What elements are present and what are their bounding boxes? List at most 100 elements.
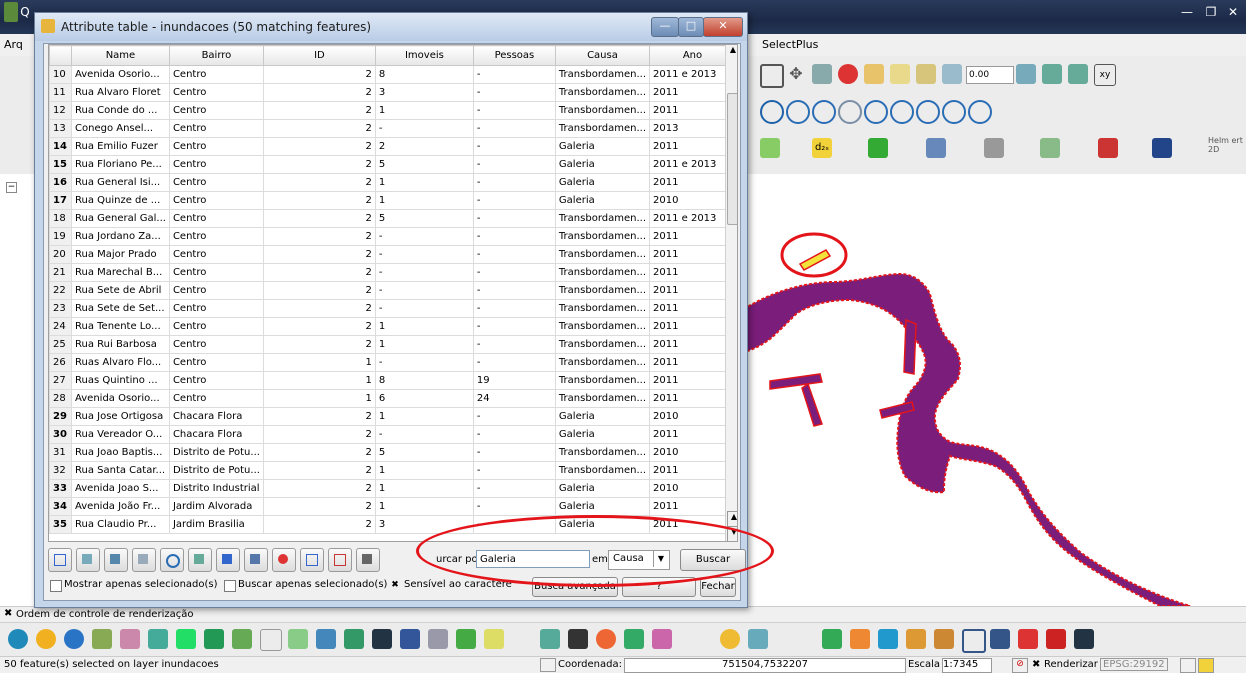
- table-row[interactable]: 30 Rua Vereador O... Chacara Flora 2- - Galer…: [49, 425, 736, 444]
- cell-imoveis[interactable]: 1: [374, 461, 474, 480]
- cell-causa[interactable]: Galeria: [554, 479, 651, 498]
- cell-causa[interactable]: Transbordamen...: [554, 389, 651, 408]
- attribute-dialog-titlebar[interactable]: Attribute table - inundacoes (50 matchin…: [35, 13, 747, 41]
- cell-ano[interactable]: 2011: [649, 281, 736, 300]
- cell-id[interactable]: 2: [262, 227, 376, 246]
- tool-icon-27[interactable]: [850, 629, 870, 649]
- cell-bairro[interactable]: Distrito de Potu...: [168, 443, 264, 462]
- cell-bairro[interactable]: Centro: [168, 335, 264, 354]
- cell-name[interactable]: Rua Sete de Set...: [71, 299, 170, 318]
- cell-imoveis[interactable]: -: [374, 245, 474, 264]
- tool-icon-23[interactable]: [652, 629, 672, 649]
- scroll-up-icon-bottom[interactable]: ▲: [727, 511, 737, 527]
- cell-name[interactable]: Rua Sete de Abril: [71, 281, 170, 300]
- cell-name[interactable]: Rua Joao Baptis...: [71, 443, 170, 462]
- cell-imoveis[interactable]: -: [374, 353, 474, 372]
- cell-ano[interactable]: 2010: [649, 479, 736, 498]
- table-row[interactable]: 27 Ruas Quintino ... Centro 1 8 19 Transbordam…: [49, 371, 736, 390]
- cell-pessoas[interactable]: -: [472, 281, 556, 300]
- row-number[interactable]: 11: [49, 83, 72, 102]
- cell-imoveis[interactable]: 1: [374, 335, 474, 354]
- row-number[interactable]: 19: [49, 227, 72, 246]
- cell-bairro[interactable]: Centro: [168, 65, 264, 84]
- scroll-up-icon[interactable]: ▲: [727, 45, 737, 59]
- copy-rows-button[interactable]: [132, 548, 156, 572]
- cell-name[interactable]: Rua Vereador O...: [71, 425, 170, 444]
- cell-ano[interactable]: 2011: [649, 425, 736, 444]
- tool-icon-26[interactable]: [822, 629, 842, 649]
- cell-id[interactable]: 2: [262, 101, 376, 120]
- cell-imoveis[interactable]: -: [374, 299, 474, 318]
- globe-icon[interactable]: [8, 629, 28, 649]
- column-header[interactable]: ID: [262, 45, 376, 66]
- table-row[interactable]: 21 Rua Marechal B... Centro 2- - Transbordame…: [49, 263, 736, 282]
- cell-name[interactable]: Avenida João Fr...: [71, 497, 170, 516]
- corner-header[interactable]: [49, 45, 72, 66]
- cell-bairro[interactable]: Centro: [168, 227, 264, 246]
- tool-icon-18[interactable]: [484, 629, 504, 649]
- cell-pessoas[interactable]: -: [472, 443, 556, 462]
- row-number[interactable]: 27: [49, 371, 72, 390]
- row-number[interactable]: 17: [49, 191, 72, 210]
- crs-globe-icon[interactable]: [1180, 658, 1196, 673]
- row-number[interactable]: 26: [49, 353, 72, 372]
- cell-pessoas[interactable]: -: [472, 299, 556, 318]
- cell-name[interactable]: Rua Rui Barbosa: [71, 335, 170, 354]
- new-column-button[interactable]: [300, 548, 324, 572]
- table-row[interactable]: 23 Rua Sete de Set... Centro 2- - Transbordam…: [49, 299, 736, 318]
- column-header[interactable]: Bairro: [168, 45, 264, 66]
- cell-imoveis[interactable]: 8: [374, 65, 474, 84]
- cell-ano[interactable]: 2010: [649, 191, 736, 210]
- tool-icon-35[interactable]: [1074, 629, 1094, 649]
- cell-imoveis[interactable]: 1: [374, 191, 474, 210]
- cell-causa[interactable]: Transbordamen...: [554, 227, 651, 246]
- cell-name[interactable]: Rua Claudio Pr...: [71, 515, 170, 534]
- cell-id[interactable]: 2: [262, 335, 376, 354]
- cell-ano[interactable]: 2011: [649, 137, 736, 156]
- cut-icon[interactable]: [864, 64, 884, 84]
- plugin-grid-icon[interactable]: [984, 138, 1004, 158]
- tool-icon-11[interactable]: [288, 629, 308, 649]
- cell-name[interactable]: Rua Jose Ortigosa: [71, 407, 170, 426]
- cell-name[interactable]: Rua Floriano Pe...: [71, 155, 170, 174]
- cell-causa[interactable]: Transbordamen...: [554, 443, 651, 462]
- cell-id[interactable]: 2: [262, 83, 376, 102]
- select-feature-icon[interactable]: [760, 64, 784, 88]
- table-row[interactable]: 12 Rua Conde do ... Centro 2 1- Transbordamen…: [49, 101, 736, 120]
- table-row[interactable]: 22 Rua Sete de Abril Centro 2- - Transbordame…: [49, 281, 736, 300]
- cell-imoveis[interactable]: 1: [374, 497, 474, 516]
- tool-icon-21[interactable]: [596, 629, 616, 649]
- row-number[interactable]: 30: [49, 425, 72, 444]
- cell-causa[interactable]: Transbordamen...: [554, 65, 651, 84]
- refresh-icon[interactable]: [968, 100, 992, 124]
- table-row[interactable]: 19 Rua Jordano Za... Centro 2- - Transbordame…: [49, 227, 736, 246]
- cell-imoveis[interactable]: 1: [374, 101, 474, 120]
- cell-bairro[interactable]: Distrito de Potu...: [168, 461, 264, 480]
- table-row[interactable]: 31 Rua Joao Baptis... Distrito de Potu... 2…: [49, 443, 736, 462]
- cell-name[interactable]: Avenida Osorio...: [71, 389, 170, 408]
- cell-pessoas[interactable]: -: [472, 119, 556, 138]
- tool-icon-17[interactable]: [456, 629, 476, 649]
- cell-causa[interactable]: Transbordamen...: [554, 209, 651, 228]
- cell-bairro[interactable]: Centro: [168, 101, 264, 120]
- row-number[interactable]: 34: [49, 497, 72, 516]
- cell-id[interactable]: 2: [262, 263, 376, 282]
- minimize-icon[interactable]: —: [1176, 2, 1198, 22]
- helmert-2d-icon[interactable]: Helm ert 2D: [1208, 136, 1244, 154]
- cell-name[interactable]: Rua Quinze de ...: [71, 191, 170, 210]
- tool-icon-8[interactable]: [204, 629, 224, 649]
- cell-imoveis[interactable]: -: [374, 281, 474, 300]
- cell-id[interactable]: 2: [262, 65, 376, 84]
- zoom-to-selection-button[interactable]: [160, 548, 184, 572]
- cell-bairro[interactable]: Chacara Flora: [168, 407, 264, 426]
- table-row[interactable]: 29 Rua Jose Ortigosa Chacara Flora 2 1- Galer…: [49, 407, 736, 426]
- cell-imoveis[interactable]: -: [374, 425, 474, 444]
- info-icon[interactable]: [64, 629, 84, 649]
- cell-imoveis[interactable]: -: [374, 263, 474, 282]
- cell-pessoas[interactable]: -: [472, 497, 556, 516]
- tool-icon-7[interactable]: [176, 629, 196, 649]
- table-row[interactable]: 20 Rua Major Prado Centro 2- - Transbordamen.…: [49, 245, 736, 264]
- move-icon[interactable]: ✥: [786, 64, 806, 84]
- plugin-green-icon[interactable]: [868, 138, 888, 158]
- tool-icon-22[interactable]: [624, 629, 644, 649]
